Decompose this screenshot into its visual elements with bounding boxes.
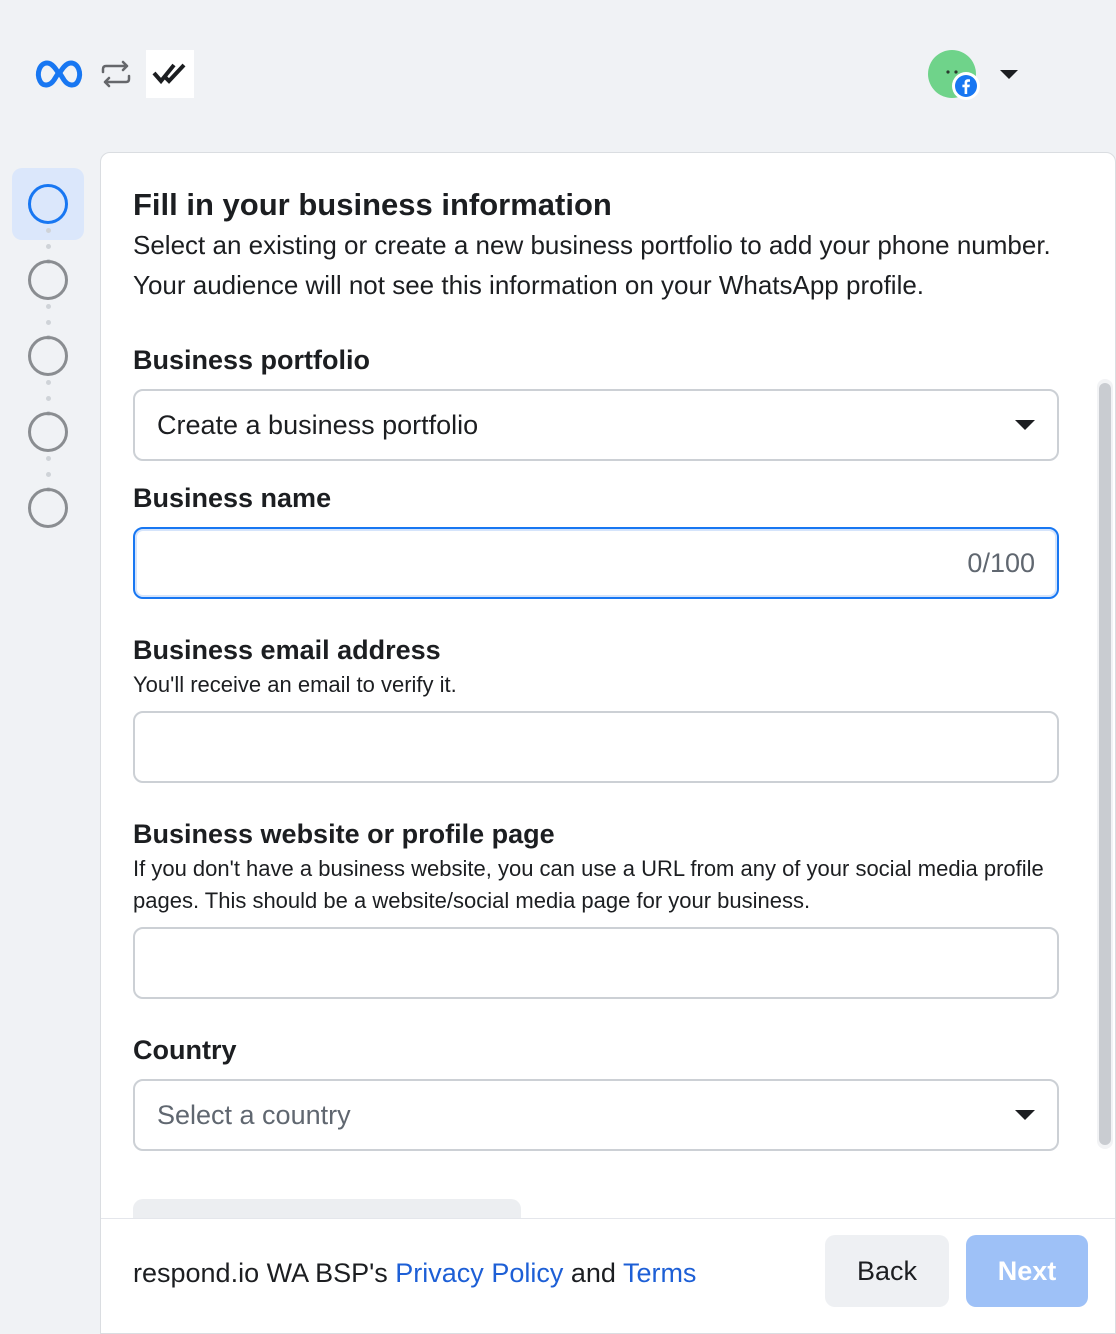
business-portfolio-select[interactable]: Create a business portfolio — [133, 389, 1059, 461]
step-connector — [45, 456, 51, 492]
legal-text: respond.io WA BSP's Privacy Policy and T… — [133, 1255, 696, 1291]
step-2-indicator — [28, 260, 68, 300]
facebook-icon — [952, 72, 980, 100]
next-button[interactable]: Next — [966, 1235, 1088, 1307]
chevron-down-icon — [1015, 1110, 1035, 1120]
business-email-label: Business email address — [133, 635, 441, 665]
terms-link[interactable]: Terms — [623, 1258, 697, 1288]
legal-and: and — [570, 1258, 616, 1288]
business-portfolio-label: Business portfolio — [133, 345, 371, 375]
step-4-indicator — [28, 412, 68, 452]
step-5-indicator — [28, 488, 68, 528]
scrollbar-thumb[interactable] — [1099, 383, 1111, 1145]
user-avatar[interactable] — [928, 50, 980, 100]
business-email-input[interactable] — [133, 711, 1059, 783]
meta-logo-icon — [34, 50, 86, 98]
country-select[interactable]: Select a country — [133, 1079, 1059, 1151]
account-menu[interactable] — [928, 50, 1018, 100]
business-website-label: Business website or profile page — [133, 819, 555, 849]
top-bar — [0, 0, 1116, 150]
business-website-input[interactable] — [133, 927, 1059, 999]
form-content: Fill in your business information Select… — [133, 187, 1059, 1151]
partner-logo-icon — [146, 50, 194, 98]
privacy-policy-link[interactable]: Privacy Policy — [395, 1258, 563, 1288]
business-info-card: Fill in your business information Select… — [100, 152, 1116, 1334]
business-name-input[interactable]: 0/100 — [133, 527, 1059, 599]
form-footer: respond.io WA BSP's Privacy Policy and T… — [101, 1218, 1115, 1333]
progress-stepper — [0, 150, 100, 1334]
business-website-helper: If you don't have a business website, yo… — [133, 856, 1044, 913]
hidden-field-peek — [133, 1199, 521, 1219]
business-name-label: Business name — [133, 483, 332, 513]
step-1-indicator — [28, 184, 68, 224]
step-connector — [45, 304, 51, 340]
step-3-indicator — [28, 336, 68, 376]
back-button[interactable]: Back — [825, 1235, 949, 1307]
swap-arrows-icon — [98, 50, 134, 98]
business-portfolio-value: Create a business portfolio — [157, 409, 479, 440]
brand-logos — [34, 50, 194, 98]
page-subtitle: Select an existing or create a new busin… — [133, 230, 1051, 300]
step-connector — [45, 228, 51, 264]
caret-down-icon[interactable] — [1000, 69, 1018, 79]
step-connector — [45, 380, 51, 416]
legal-prefix: respond.io WA BSP's — [133, 1258, 388, 1288]
business-email-helper: You'll receive an email to verify it. — [133, 672, 457, 697]
chevron-down-icon — [1015, 420, 1035, 430]
character-counter: 0/100 — [967, 547, 1035, 578]
country-label: Country — [133, 1035, 237, 1065]
scrollbar[interactable] — [1097, 379, 1113, 1149]
page-title: Fill in your business information — [133, 187, 612, 222]
country-placeholder: Select a country — [157, 1099, 351, 1130]
